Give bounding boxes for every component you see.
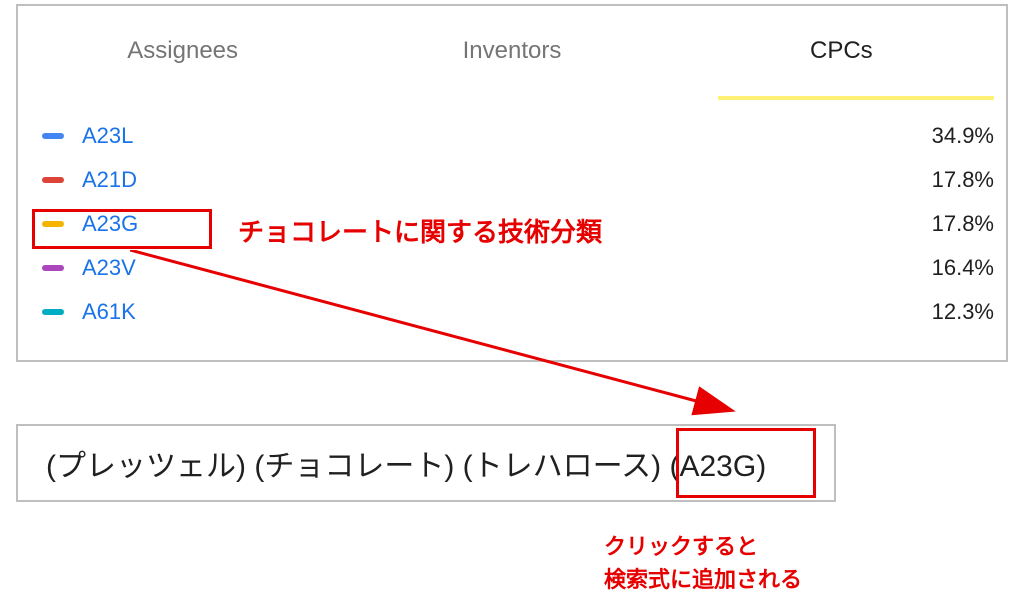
cpc-percent: 16.4%: [932, 255, 994, 281]
cpc-percent: 17.8%: [932, 211, 994, 237]
cpc-percent: 12.3%: [932, 299, 994, 325]
query-term: (チョコレート): [254, 450, 462, 483]
annotation-line: 検索式に追加される: [604, 567, 802, 592]
cpc-code-link[interactable]: A23V: [82, 255, 136, 281]
legend-swatch: [42, 133, 64, 139]
cpc-percent: 17.8%: [932, 167, 994, 193]
tab-inventors[interactable]: Inventors: [347, 6, 676, 96]
cpc-percent: 34.9%: [932, 123, 994, 149]
cpc-row: A23L 34.9%: [42, 114, 994, 158]
annotation-label: チョコレートに関する技術分類: [238, 212, 602, 249]
cpc-code-link[interactable]: A23L: [82, 123, 133, 149]
tabs: Assignees Inventors CPCs: [18, 6, 1006, 96]
tab-cpcs[interactable]: CPCs: [677, 6, 1006, 96]
annotation-line: クリックすると: [604, 534, 758, 559]
cpc-panel: Assignees Inventors CPCs A23L 34.9% A21D…: [16, 4, 1008, 362]
legend-swatch: [42, 265, 64, 271]
legend-swatch: [42, 177, 64, 183]
legend-swatch: [42, 309, 64, 315]
search-query-text: (プレッツェル) (チョコレート) (トレハロース) (A23G): [46, 441, 766, 485]
cpc-code-link[interactable]: A23G: [82, 211, 138, 237]
query-term: (プレッツェル): [46, 450, 254, 483]
search-query-bar[interactable]: (プレッツェル) (チョコレート) (トレハロース) (A23G): [16, 424, 836, 502]
legend-swatch: [42, 221, 64, 227]
tab-assignees[interactable]: Assignees: [18, 6, 347, 96]
cpc-row: A23V 16.4%: [42, 246, 994, 290]
tab-underline: [718, 96, 994, 100]
cpc-row: A21D 17.8%: [42, 158, 994, 202]
query-term: (A23G): [669, 450, 766, 483]
cpc-code-link[interactable]: A21D: [82, 167, 137, 193]
cpc-code-link[interactable]: A61K: [82, 299, 136, 325]
cpc-row: A61K 12.3%: [42, 290, 994, 334]
query-term: (トレハロース): [463, 450, 670, 483]
annotation-label-2: クリックすると 検索式に追加される: [604, 530, 802, 596]
